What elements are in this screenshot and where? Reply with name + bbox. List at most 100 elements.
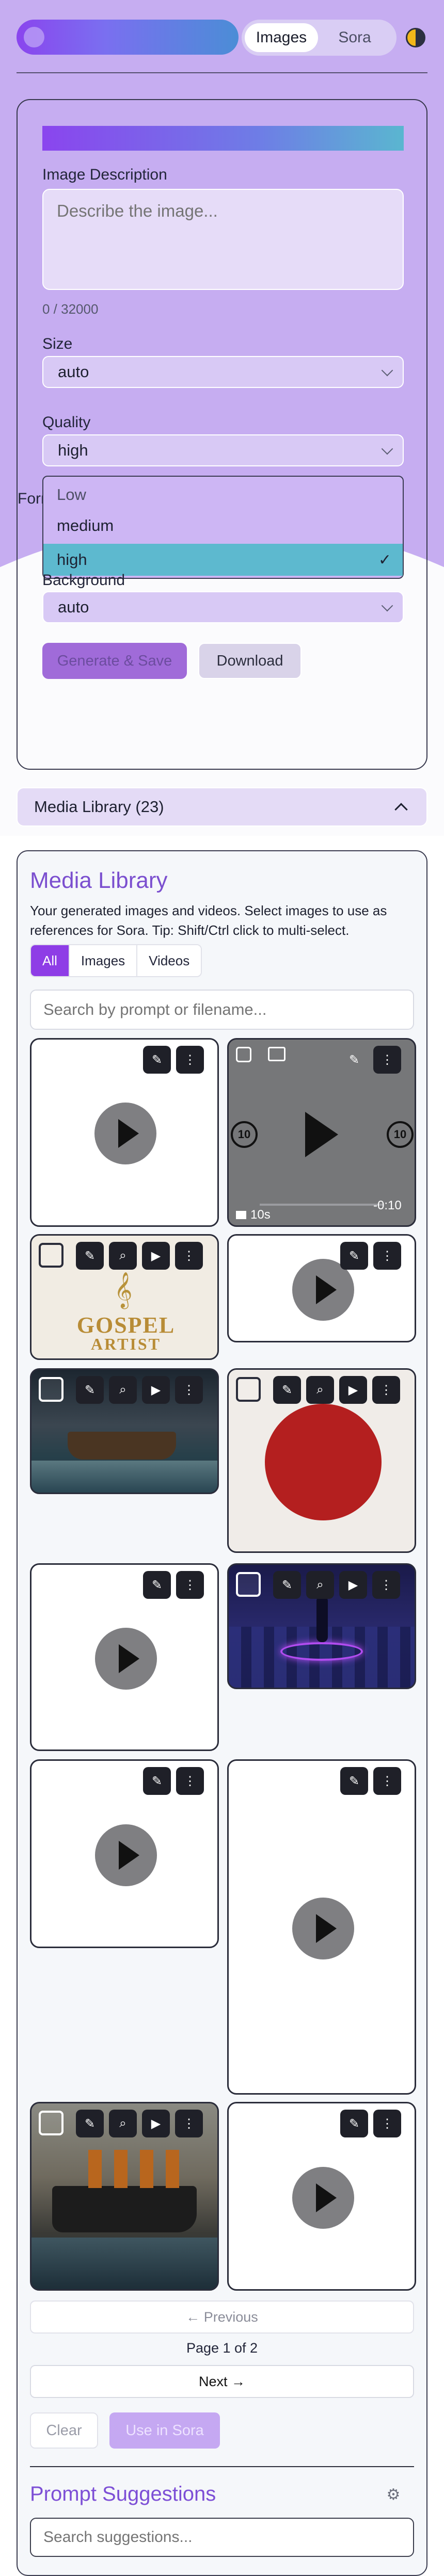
quality-select[interactable]: high bbox=[42, 434, 404, 466]
funnel-shape bbox=[140, 2150, 153, 2188]
tab-sora[interactable]: Sora bbox=[318, 23, 391, 52]
edit-icon[interactable]: ✎ bbox=[143, 1046, 171, 1074]
edit-icon[interactable]: ✎ bbox=[340, 1767, 368, 1795]
next-page-button[interactable]: Next → bbox=[30, 2365, 414, 2398]
zoom-icon[interactable]: ⌕ bbox=[109, 1376, 137, 1404]
more-icon[interactable]: ⋮ bbox=[176, 1767, 204, 1795]
description-textarea[interactable] bbox=[42, 189, 404, 290]
airplay-icon[interactable] bbox=[268, 1047, 286, 1061]
volume-icon[interactable] bbox=[236, 1211, 246, 1219]
more-icon[interactable]: ⋮ bbox=[372, 1571, 400, 1599]
option-high[interactable]: high ✓ bbox=[43, 544, 403, 576]
filter-images[interactable]: Images bbox=[69, 945, 138, 976]
pip-icon[interactable] bbox=[236, 1047, 251, 1062]
zoom-icon[interactable]: ⌕ bbox=[306, 1571, 334, 1599]
media-card[interactable]: ✎ ⋮ bbox=[30, 1038, 219, 1227]
check-icon: ✓ bbox=[378, 552, 391, 569]
theme-toggle-icon[interactable] bbox=[406, 28, 425, 47]
quality-dropdown-list: Low medium high ✓ bbox=[42, 476, 404, 579]
play-icon[interactable] bbox=[95, 1824, 157, 1886]
more-icon[interactable]: ⋮ bbox=[372, 1376, 400, 1404]
edit-icon[interactable]: ✎ bbox=[273, 1571, 301, 1599]
edit-icon[interactable]: ✎ bbox=[143, 1767, 171, 1795]
filter-all[interactable]: All bbox=[31, 945, 70, 976]
edit-icon[interactable]: ✎ bbox=[76, 2110, 104, 2137]
clear-button[interactable]: Clear bbox=[30, 2412, 98, 2449]
video-generate-icon[interactable]: ▶ bbox=[142, 1242, 170, 1270]
select-checkbox[interactable] bbox=[236, 1377, 261, 1402]
waves-shape bbox=[31, 1461, 217, 1493]
media-card-gospel-artist[interactable]: 𝄞 GOSPEL ARTIST ✎ ⌕ ▶ ⋮ bbox=[30, 1234, 219, 1360]
filter-videos[interactable]: Videos bbox=[137, 945, 201, 976]
more-icon[interactable]: ⋮ bbox=[373, 1242, 401, 1270]
edit-icon[interactable]: ✎ bbox=[340, 1046, 368, 1074]
select-checkbox[interactable] bbox=[236, 1572, 261, 1597]
rewind-10-icon[interactable]: 10 bbox=[231, 1121, 258, 1148]
edit-icon[interactable]: ✎ bbox=[340, 2110, 368, 2137]
play-icon[interactable] bbox=[292, 2167, 354, 2229]
more-icon[interactable]: ⋮ bbox=[373, 1767, 401, 1795]
media-card-neon-surfer-image[interactable]: ✎ ⌕ ▶ ⋮ bbox=[227, 1563, 416, 1689]
play-icon[interactable] bbox=[94, 1103, 156, 1164]
more-icon[interactable]: ⋮ bbox=[175, 1376, 203, 1404]
use-in-sora-button[interactable]: Use in Sora bbox=[109, 2412, 220, 2449]
media-library-toggle[interactable]: Media Library (23) bbox=[17, 787, 427, 827]
media-card[interactable]: ✎ ⋮ bbox=[227, 1759, 416, 2095]
video-generate-icon[interactable]: ▶ bbox=[339, 1571, 367, 1599]
library-description: Your generated images and videos. Select… bbox=[30, 903, 387, 938]
video-generate-icon[interactable]: ▶ bbox=[339, 1376, 367, 1404]
media-card-steamship-image[interactable]: ✎ ⌕ ▶ ⋮ bbox=[30, 2102, 219, 2291]
media-card-red-circle-image[interactable]: ✎ ⌕ ▶ ⋮ bbox=[227, 1368, 416, 1553]
video-generate-icon[interactable]: ▶ bbox=[142, 1376, 170, 1404]
ship-hull-shape bbox=[52, 2186, 197, 2232]
option-medium[interactable]: medium bbox=[43, 510, 403, 542]
edit-icon[interactable]: ✎ bbox=[76, 1376, 104, 1404]
more-icon[interactable]: ⋮ bbox=[175, 1242, 203, 1270]
quality-value: high bbox=[58, 441, 88, 459]
image-form-panel: Image Description 0 / 32000 Size auto Qu… bbox=[17, 99, 427, 770]
play-icon[interactable] bbox=[95, 1628, 157, 1690]
edit-icon[interactable]: ✎ bbox=[76, 1242, 104, 1270]
more-icon[interactable]: ⋮ bbox=[373, 2110, 401, 2137]
zoom-icon[interactable]: ⌕ bbox=[109, 1242, 137, 1270]
edit-icon[interactable]: ✎ bbox=[143, 1571, 171, 1599]
play-triangle-icon[interactable] bbox=[305, 1112, 338, 1157]
video-generate-icon[interactable]: ▶ bbox=[142, 2110, 170, 2137]
media-library-toggle-label: Media Library (23) bbox=[34, 798, 164, 816]
media-card-ark-image[interactable]: ✎ ⌕ ▶ ⋮ bbox=[30, 1368, 219, 1494]
media-card[interactable]: ✎ ⋮ bbox=[30, 1759, 219, 1948]
library-search-input[interactable] bbox=[30, 990, 414, 1030]
media-card[interactable]: ✎ ⋮ bbox=[30, 1563, 219, 1751]
tab-images[interactable]: Images bbox=[245, 23, 318, 52]
size-select[interactable]: auto bbox=[42, 356, 404, 388]
media-card-video-player[interactable]: ✎ ⋮ 10 10 10s -0:10 bbox=[227, 1038, 416, 1227]
select-checkbox[interactable] bbox=[39, 1243, 64, 1268]
red-circle-shape bbox=[265, 1404, 382, 1520]
zoom-icon[interactable]: ⌕ bbox=[306, 1376, 334, 1404]
media-card[interactable]: ✎ ⋮ bbox=[227, 1234, 416, 1342]
zoom-icon[interactable]: ⌕ bbox=[109, 2110, 137, 2137]
play-icon[interactable] bbox=[292, 1898, 354, 1959]
select-checkbox[interactable] bbox=[39, 2111, 64, 2135]
edit-icon[interactable]: ✎ bbox=[340, 1242, 368, 1270]
suggestions-search-input[interactable] bbox=[30, 2518, 414, 2557]
more-icon[interactable]: ⋮ bbox=[175, 2110, 203, 2137]
previous-page-button[interactable]: ← Previous bbox=[30, 2300, 414, 2334]
forward-10-icon[interactable]: 10 bbox=[387, 1121, 414, 1148]
chevron-up-icon bbox=[394, 803, 408, 816]
scrubber-track[interactable] bbox=[260, 1204, 384, 1206]
generate-save-button[interactable]: Generate & Save bbox=[42, 643, 187, 679]
neon-board-shape bbox=[280, 1642, 363, 1661]
edit-icon[interactable]: ✎ bbox=[273, 1376, 301, 1404]
select-checkbox[interactable] bbox=[39, 1377, 64, 1402]
media-card[interactable]: ✎ ⋮ bbox=[227, 2102, 416, 2291]
more-icon[interactable]: ⋮ bbox=[176, 1571, 204, 1599]
gear-icon[interactable]: ⚙ bbox=[385, 2487, 402, 2503]
more-icon[interactable]: ⋮ bbox=[176, 1046, 204, 1074]
chevron-down-icon bbox=[381, 600, 393, 612]
funnel-shape bbox=[114, 2150, 128, 2188]
download-button[interactable]: Download bbox=[198, 643, 302, 679]
option-low[interactable]: Low bbox=[43, 479, 403, 511]
background-select[interactable]: auto bbox=[42, 591, 404, 623]
more-icon[interactable]: ⋮ bbox=[373, 1046, 401, 1074]
